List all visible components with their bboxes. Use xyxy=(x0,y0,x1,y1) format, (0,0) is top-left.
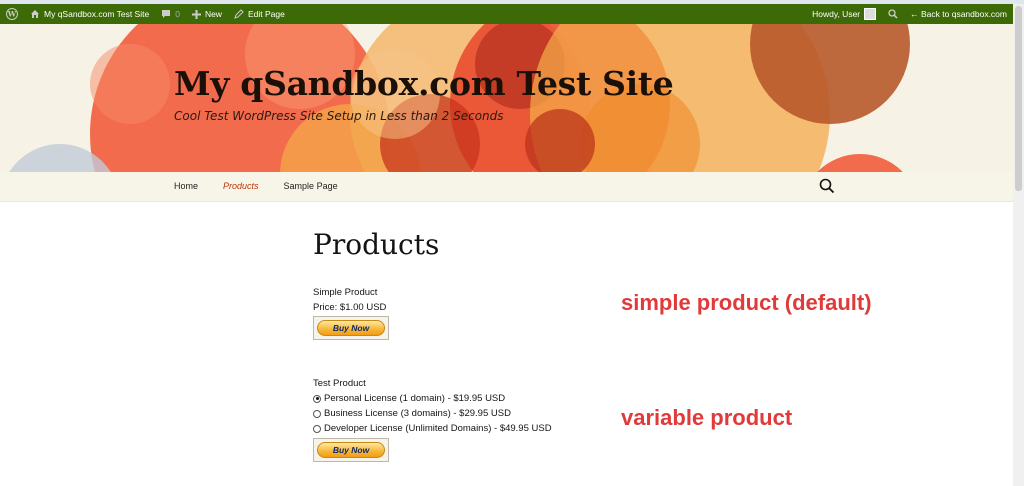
site-header: My qSandbox.com Test Site Cool Test Word… xyxy=(0,24,1013,172)
annotation-variable-product: variable product xyxy=(621,405,793,430)
admin-site-link[interactable]: My qSandbox.com Test Site xyxy=(24,4,155,24)
buy-now-label: Buy Now xyxy=(317,320,385,336)
nav-item-home[interactable]: Home xyxy=(174,181,198,191)
simple-product-name: Simple Product xyxy=(313,287,378,298)
option-personal-license[interactable]: Personal License (1 domain) - $19.95 USD xyxy=(313,393,505,404)
svg-text:W: W xyxy=(7,10,17,19)
back-to-qsandbox-link[interactable]: ← Back to qsandbox.com xyxy=(904,4,1013,24)
admin-search-icon[interactable] xyxy=(882,4,904,24)
howdy-label: Howdy, User xyxy=(812,9,861,19)
main-navigation: Home Products Sample Page xyxy=(0,172,1013,202)
simple-product-price: Price: $1.00 USD xyxy=(313,302,387,313)
comment-icon xyxy=(161,9,171,19)
option-label: Business License (3 domains) - $29.95 US… xyxy=(324,408,511,419)
option-developer-license[interactable]: Developer License (Unlimited Domains) - … xyxy=(313,423,552,434)
variable-buy-now-button[interactable]: Buy Now xyxy=(313,438,389,462)
test-product-name: Test Product xyxy=(313,378,366,389)
plus-icon xyxy=(191,9,201,19)
simple-buy-now-button[interactable]: Buy Now xyxy=(313,316,389,340)
edit-page-label: Edit Page xyxy=(247,9,285,19)
admin-new-link[interactable]: New xyxy=(186,4,228,24)
admin-site-name: My qSandbox.com Test Site xyxy=(44,9,150,19)
buy-now-label: Buy Now xyxy=(317,442,385,458)
scrollbar-thumb[interactable] xyxy=(1015,6,1022,191)
admin-comments-link[interactable]: 0 xyxy=(155,4,186,24)
radio-button[interactable] xyxy=(313,424,321,433)
option-label: Personal License (1 domain) - $19.95 USD xyxy=(324,393,506,404)
admin-edit-page-link[interactable]: Edit Page xyxy=(228,4,291,24)
page-title: Products xyxy=(313,228,440,261)
option-business-license[interactable]: Business License (3 domains) - $29.95 US… xyxy=(313,408,511,419)
nav-item-products[interactable]: Products xyxy=(223,181,259,191)
avatar xyxy=(864,8,877,20)
home-icon xyxy=(30,9,40,19)
radio-button-checked[interactable] xyxy=(313,394,321,403)
new-label: New xyxy=(204,9,222,19)
comments-count: 0 xyxy=(175,9,180,19)
pencil-icon xyxy=(234,9,244,19)
wordpress-logo-icon[interactable]: W xyxy=(0,4,24,24)
radio-button[interactable] xyxy=(313,409,321,418)
page-scrollbar[interactable] xyxy=(1013,4,1024,486)
site-description: Cool Test WordPress Site Setup in Less t… xyxy=(174,109,504,123)
admin-account-menu[interactable]: Howdy, User xyxy=(806,4,882,24)
nav-item-sample-page[interactable]: Sample Page xyxy=(284,181,338,191)
admin-bar: W My qSandbox.com Test Site 0 New Edit P… xyxy=(0,4,1013,24)
search-icon[interactable] xyxy=(819,178,835,199)
site-title[interactable]: My qSandbox.com Test Site xyxy=(174,64,674,103)
option-label: Developer License (Unlimited Domains) - … xyxy=(324,423,552,434)
annotation-simple-product: simple product (default) xyxy=(621,290,872,315)
